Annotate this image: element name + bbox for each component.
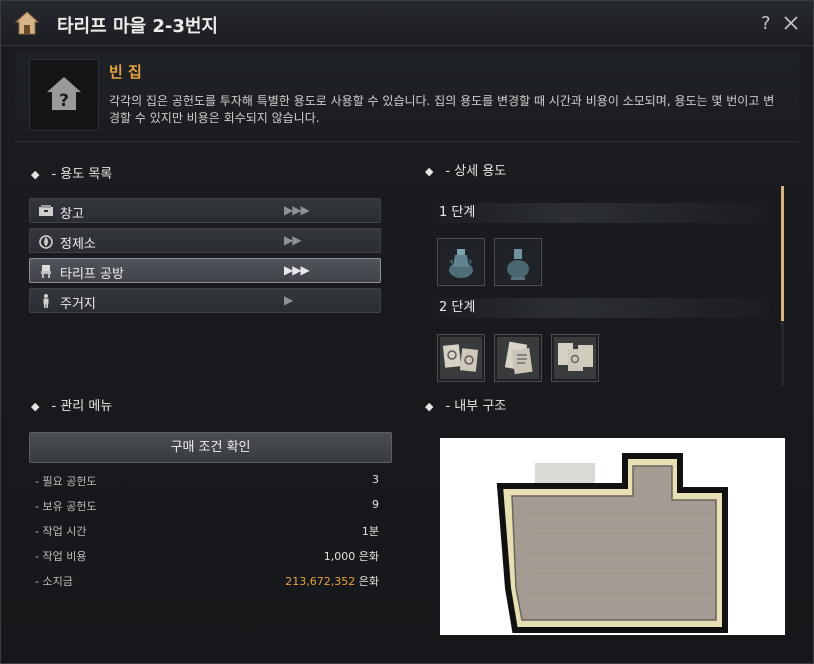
usage-item-label: 정제소 [60, 237, 96, 252]
close-icon[interactable] [783, 13, 799, 33]
stat-work-time: - 작업 시간 1분 [35, 523, 379, 539]
interior-heading: ◆ - 내부 구조 [425, 395, 506, 414]
level-arrows: ▶▶ [284, 233, 301, 247]
house-description: 각각의 집은 공헌도를 투자해 특별한 용도로 사용할 수 있습니다. 집의 용… [109, 94, 775, 125]
diamond-icon: ◆ [31, 168, 40, 181]
interior-floorplan [440, 438, 785, 635]
check-purchase-conditions-button[interactable]: 구매 조건 확인 [29, 432, 392, 463]
stat-owned-contribution: - 보유 공헌도 9 [35, 498, 379, 514]
stat-value-group: 1,000 은화 [324, 548, 379, 564]
usage-item-residence[interactable]: 주거지 ▶ [29, 288, 381, 313]
stat-work-cost: - 작업 비용 1,000 은화 [35, 548, 379, 564]
residence-icon [43, 294, 49, 308]
home-icon [14, 11, 40, 35]
vase-item-icon [497, 241, 539, 283]
stage-2-label: 2 단계 [431, 298, 771, 318]
usage-item-workshop[interactable]: 타리프 공방 ▶▶▶ [29, 258, 381, 283]
floorplan-image [440, 438, 785, 635]
paper-item-icon [554, 337, 596, 379]
stat-value: 1,000 [323, 550, 356, 563]
currency-unit: 은화 [355, 575, 379, 588]
house-info-panel: ? 빈 집 각각의 집은 공헌도를 투자해 특별한 용도로 사용할 수 있습니다… [15, 53, 799, 142]
diamond-icon: ◆ [425, 400, 434, 413]
unknown-house-icon: ? [47, 77, 81, 111]
usage-item-label: 주거지 [60, 297, 96, 312]
management-heading: ◆ - 관리 메뉴 [31, 395, 112, 414]
stat-label: - 필요 공헌도 [35, 475, 97, 488]
management-title: - 관리 메뉴 [51, 399, 113, 414]
house-thumbnail: ? [29, 59, 99, 131]
house-window: 타리프 마을 2-3번지 ? ? 빈 집 각각의 집은 공헌도를 투자해 특별한… [0, 0, 814, 664]
stage-2-item-slot[interactable] [437, 334, 485, 382]
currency-unit: 은화 [355, 550, 379, 563]
diamond-icon: ◆ [31, 400, 40, 413]
detail-usage-heading: ◆ - 상세 용도 [425, 160, 506, 179]
stat-value-group: 213,672,352 은화 [285, 573, 379, 589]
detail-usage-title: - 상세 용도 [445, 164, 507, 179]
interior-title: - 내부 구조 [445, 399, 507, 414]
level-arrows: ▶▶▶ [284, 203, 310, 217]
stat-value: 213,672,352 [285, 575, 356, 588]
refinery-icon [39, 235, 53, 249]
level-arrows: ▶▶▶ [284, 263, 310, 277]
stage-1-label: 1 단계 [431, 203, 771, 223]
stage-1-item-slot[interactable] [437, 238, 485, 286]
usage-item-storage[interactable]: 창고 ▶▶▶ [29, 198, 381, 223]
stage-2-item-slot[interactable] [494, 334, 542, 382]
stat-label: - 보유 공헌도 [35, 500, 97, 513]
title-bar[interactable]: 타리프 마을 2-3번지 ? [1, 1, 813, 46]
storage-icon [39, 205, 53, 216]
diamond-icon: ◆ [425, 165, 434, 178]
level-arrows: ▶ [284, 293, 293, 307]
stat-value: 9 [372, 498, 379, 511]
stat-label: - 소지금 [35, 575, 73, 588]
usage-item-refinery[interactable]: 정제소 ▶▶ [29, 228, 381, 253]
usage-list-heading: ◆ - 용도 목록 [31, 163, 112, 182]
stat-value: 3 [372, 473, 379, 486]
house-status-title: 빈 집 [109, 63, 142, 81]
svg-text:?: ? [59, 91, 69, 111]
stage-1-item-slot[interactable] [494, 238, 542, 286]
window-title: 타리프 마을 2-3번지 [57, 16, 218, 37]
usage-item-label: 창고 [60, 207, 84, 222]
help-button[interactable]: ? [761, 13, 771, 34]
stat-label: - 작업 시간 [35, 525, 87, 538]
stat-money-held: - 소지금 213,672,352 은화 [35, 573, 379, 589]
stat-required-contribution: - 필요 공헌도 3 [35, 473, 379, 489]
vase-item-icon [440, 241, 482, 283]
usage-item-label: 타리프 공방 [60, 267, 124, 282]
paper-item-icon [440, 337, 482, 379]
stat-value: 1분 [361, 525, 379, 538]
paper-item-icon [497, 337, 539, 379]
detail-scrollbar-thumb[interactable] [781, 186, 784, 321]
stat-label: - 작업 비용 [35, 550, 87, 563]
stage-2-item-slot[interactable] [551, 334, 599, 382]
usage-list-title: - 용도 목록 [51, 167, 113, 182]
workshop-icon [41, 265, 51, 278]
